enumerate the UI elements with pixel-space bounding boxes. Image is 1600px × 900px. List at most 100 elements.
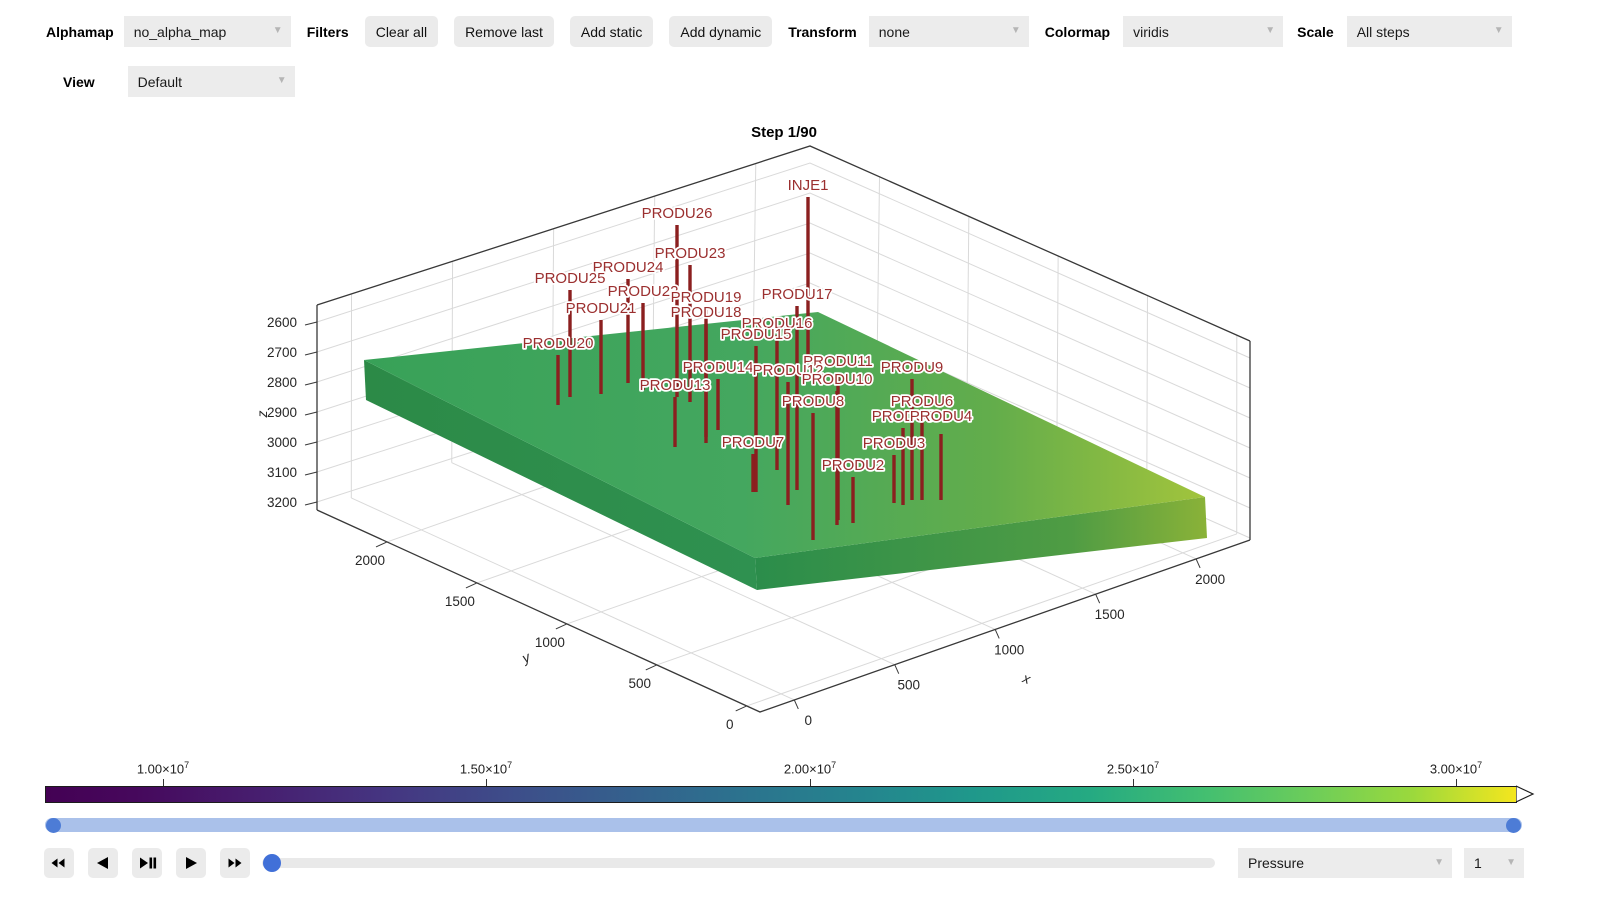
well-label: PRODU23 — [655, 245, 726, 262]
y-tickmark — [376, 542, 387, 547]
play-button[interactable] — [176, 848, 206, 878]
well-label: PRODU13 — [640, 377, 711, 394]
well-label: PRODU8 — [782, 393, 845, 410]
z-axis-label: z — [254, 411, 270, 419]
colorbar-tickmark — [1133, 779, 1134, 786]
tick-label: 2600 — [267, 315, 297, 330]
view-value: Default — [138, 74, 182, 90]
well-label: PRODU15 — [721, 326, 792, 343]
well-label: PRODU18 — [671, 304, 742, 321]
range-handle-high[interactable] — [1506, 818, 1521, 833]
tick-label: 0 — [805, 713, 813, 728]
tick-label: 2700 — [267, 345, 297, 360]
colorbar — [45, 786, 1517, 803]
rewind-button[interactable] — [44, 848, 74, 878]
well-label: PRODU4 — [910, 408, 973, 425]
well-label: PRODU7 — [722, 434, 785, 451]
fast-forward-button[interactable] — [220, 848, 250, 878]
gridline-y-wall — [967, 216, 969, 411]
scale-value: All steps — [1357, 24, 1410, 40]
toolbar: Alphamap no_alpha_map ▼ Filters Clear al… — [0, 16, 1512, 47]
step-increment-value: 1 — [1474, 855, 1482, 871]
scale-label: Scale — [1297, 24, 1334, 40]
x-tickmark — [995, 629, 999, 638]
well-label: PRODU25 — [535, 270, 606, 287]
x-tickmark — [1196, 559, 1200, 568]
alphamap-select[interactable]: no_alpha_map ▼ — [124, 16, 291, 47]
tick-label: 2000 — [1195, 572, 1225, 587]
z-tickmark — [305, 412, 317, 415]
well-label: PRODU17 — [762, 286, 833, 303]
tick-label: 1000 — [994, 642, 1024, 657]
view-row: View Default ▼ — [0, 66, 295, 97]
play-pause-button[interactable] — [132, 848, 162, 878]
z-tickmark — [305, 382, 317, 385]
z-tickmark — [305, 322, 317, 325]
filters-label: Filters — [307, 24, 349, 40]
property-select[interactable]: Pressure ▼ — [1238, 848, 1452, 878]
y-tickmark — [556, 624, 567, 629]
y-axis-label: y — [519, 648, 534, 666]
play-pause-icon — [132, 848, 162, 878]
property-value: Pressure — [1248, 855, 1304, 871]
transform-select[interactable]: none ▼ — [869, 16, 1029, 47]
z-tickmark — [305, 472, 317, 475]
y-tickmark — [646, 665, 657, 670]
view-select[interactable]: Default ▼ — [128, 66, 295, 97]
colorbar-tickmark — [810, 779, 811, 786]
step-increment-select[interactable]: 1 ▼ — [1464, 848, 1524, 878]
well-label: PRODU20 — [523, 335, 594, 352]
tick-label: 1500 — [445, 594, 475, 609]
z-tickmark — [305, 502, 317, 505]
well-label: PRODU2 — [822, 457, 885, 474]
colorbar-tick-label: 2.00×107 — [765, 760, 855, 776]
step-backward-icon — [88, 848, 118, 878]
well-label: PRODU10 — [802, 371, 873, 388]
remove-last-button[interactable]: Remove last — [454, 16, 554, 47]
colorbar-tick-label: 2.50×107 — [1088, 760, 1178, 776]
rewind-icon — [44, 848, 74, 878]
colormap-label: Colormap — [1045, 24, 1110, 40]
chevron-down-icon: ▼ — [1506, 858, 1516, 868]
chevron-down-icon: ▼ — [277, 76, 287, 86]
plot-3d-view[interactable]: 2600270028002900300031003200200015001000… — [0, 110, 1600, 755]
x-tickmark — [895, 665, 899, 674]
tick-label: 3200 — [267, 495, 297, 510]
view-label: View — [63, 74, 95, 90]
colormap-value: viridis — [1133, 24, 1169, 40]
y-tickmark — [736, 706, 747, 711]
colormap-select[interactable]: viridis ▼ — [1123, 16, 1283, 47]
well-label: PRODU14 — [683, 359, 754, 376]
reservoir-slab — [364, 312, 1207, 590]
transform-label: Transform — [788, 24, 856, 40]
fast-forward-icon — [220, 848, 250, 878]
tick-label: 0 — [726, 717, 734, 732]
well-label: PRODU22 — [608, 283, 679, 300]
chevron-down-icon: ▼ — [1265, 26, 1275, 36]
chevron-down-icon: ▼ — [1494, 26, 1504, 36]
colorbar-arrow — [1516, 785, 1536, 804]
add-dynamic-button[interactable]: Add dynamic — [669, 16, 772, 47]
y-tickmark — [466, 583, 477, 588]
timestep-slider[interactable] — [262, 858, 1215, 868]
scale-select[interactable]: All steps ▼ — [1347, 16, 1512, 47]
step-back-button[interactable] — [88, 848, 118, 878]
alphamap-value: no_alpha_map — [134, 24, 227, 40]
colorbar-range-slider[interactable] — [45, 818, 1522, 832]
clear-all-button[interactable]: Clear all — [365, 16, 438, 47]
play-icon — [176, 848, 206, 878]
chevron-down-icon: ▼ — [273, 26, 283, 36]
x-tickmark — [1096, 594, 1100, 603]
timestep-slider-thumb[interactable] — [263, 854, 281, 872]
x-axis-label: x — [1020, 669, 1034, 687]
x-tickmark — [794, 700, 798, 709]
range-handle-low[interactable] — [46, 818, 61, 833]
tick-label: 1000 — [535, 635, 565, 650]
tick-label: 500 — [897, 678, 920, 693]
chevron-down-icon: ▼ — [1434, 858, 1444, 868]
reservoir-viewer-app: Alphamap no_alpha_map ▼ Filters Clear al… — [0, 0, 1600, 900]
tick-label: 3000 — [267, 435, 297, 450]
add-static-button[interactable]: Add static — [570, 16, 653, 47]
well-label: PRODU26 — [642, 205, 713, 222]
tick-label: 3100 — [267, 465, 297, 480]
